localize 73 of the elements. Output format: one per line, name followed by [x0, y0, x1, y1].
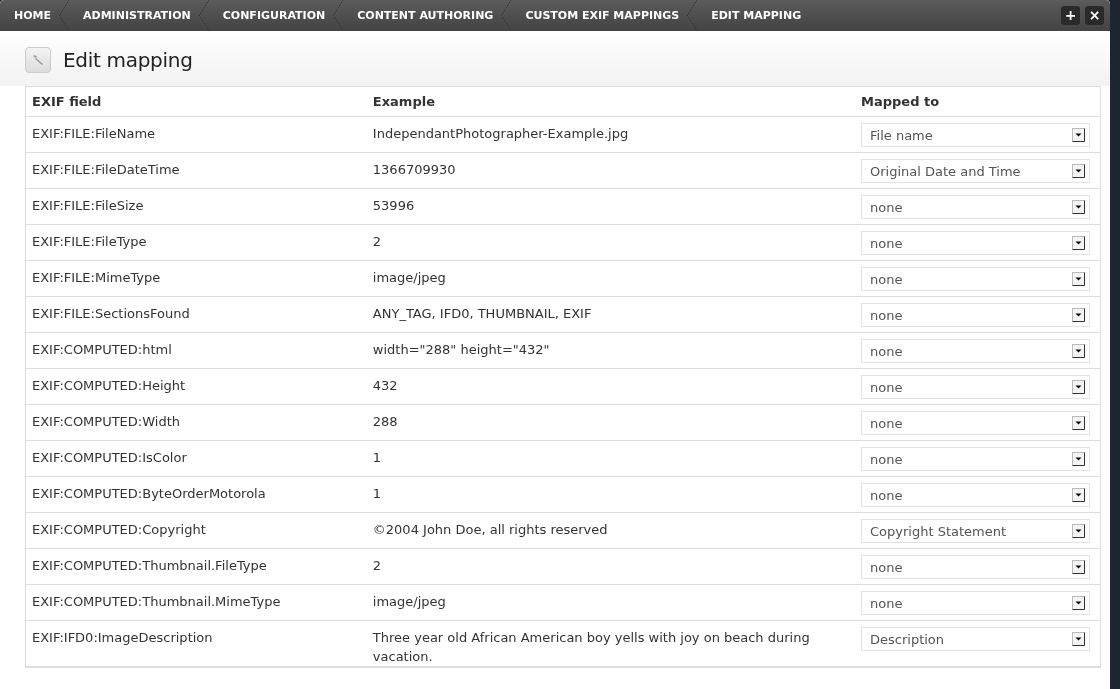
caret-icon: [1072, 200, 1085, 214]
example-cell: ©2004 John Doe, all rights reserved: [366, 512, 851, 549]
exif-field-cell: EXIF:COMPUTED:Width: [26, 404, 367, 441]
exif-field-cell: EXIF:COMPUTED:Copyright: [26, 512, 367, 549]
example-cell: 1: [366, 440, 851, 477]
breadcrumb-link[interactable]: EDIT MAPPING: [697, 0, 820, 31]
select-field[interactable]: none: [861, 339, 1090, 363]
caret-icon: [1072, 236, 1085, 250]
caret-icon: [1072, 344, 1085, 358]
caret-icon: [1072, 596, 1085, 610]
page-title: Edit mapping: [63, 48, 193, 72]
breadcrumb-link[interactable]: HOME: [0, 0, 70, 31]
select-field[interactable]: none: [861, 195, 1090, 219]
example-cell: 1366709930: [366, 152, 851, 189]
exif-field-cell: EXIF:FILE:FileDateTime: [26, 152, 367, 189]
caret-icon: [1072, 272, 1085, 286]
exif-field-cell: EXIF:COMPUTED:ByteOrderMotorola: [26, 476, 367, 513]
select-field[interactable]: Copyright Statement: [861, 519, 1090, 543]
column-header: Mapped to: [851, 87, 1100, 117]
exif-field-cell: EXIF:COMPUTED:IsColor: [26, 440, 367, 477]
column-header: Example: [366, 87, 851, 117]
exif-field-cell: EXIF:FILE:FileType: [26, 224, 367, 261]
example-cell: Three year old African American boy yells with joy on beach during vacation.: [366, 620, 851, 667]
caret-icon: [1072, 632, 1085, 646]
column-header: EXIF field: [26, 87, 367, 117]
select-field[interactable]: none: [861, 555, 1090, 579]
close-button[interactable]: ×: [1085, 6, 1104, 25]
example-cell: image/jpeg: [366, 584, 851, 621]
example-cell: 288: [366, 404, 851, 441]
select-field[interactable]: none: [861, 447, 1090, 471]
caret-icon: [1072, 164, 1085, 178]
example-cell: 432: [366, 368, 851, 405]
select-field[interactable]: Description: [861, 627, 1090, 651]
select-field[interactable]: none: [861, 483, 1090, 507]
exif-field-cell: EXIF:COMPUTED:html: [26, 332, 367, 369]
example-cell: IndependantPhotographer-Example.jpg: [366, 116, 851, 153]
wrench-icon: [25, 47, 51, 73]
breadcrumb-link[interactable]: ADMINISTRATION: [69, 0, 209, 31]
add-shortcut-button[interactable]: +: [1061, 6, 1080, 25]
caret-icon: [1072, 452, 1085, 466]
select-field[interactable]: none: [861, 231, 1090, 255]
caret-icon: [1072, 308, 1085, 322]
caret-icon: [1072, 524, 1085, 538]
example-cell: 2: [366, 224, 851, 261]
example-cell: 53996: [366, 188, 851, 225]
select-field[interactable]: none: [861, 303, 1090, 327]
select-field[interactable]: none: [861, 411, 1090, 435]
exif-field-cell: EXIF:FILE:FileSize: [26, 188, 367, 225]
select-field[interactable]: Original Date and Time: [861, 159, 1090, 183]
select-field[interactable]: File name: [861, 123, 1090, 147]
exif-field-cell: EXIF:COMPUTED:Thumbnail.MimeType: [26, 584, 367, 621]
caret-icon: [1072, 560, 1085, 574]
breadcrumb-link[interactable]: CONFIGURATION: [208, 0, 344, 31]
select-field[interactable]: none: [861, 375, 1090, 399]
exif-field-cell: EXIF:FILE:SectionsFound: [26, 296, 367, 333]
example-cell: 1: [366, 476, 851, 513]
select-field[interactable]: none: [861, 267, 1090, 291]
exif-field-cell: EXIF:IFD0:ImageDescription: [26, 620, 367, 667]
example-cell: width="288" height="432": [366, 332, 851, 369]
breadcrumb-link[interactable]: CUSTOM EXIF MAPPINGS: [511, 0, 698, 31]
exif-field-cell: EXIF:COMPUTED:Thumbnail.FileType: [26, 548, 367, 585]
example-cell: 2: [366, 548, 851, 585]
caret-icon: [1072, 488, 1085, 502]
example-cell: image/jpeg: [366, 260, 851, 297]
example-cell: ANY_TAG, IFD0, THUMBNAIL, EXIF: [366, 296, 851, 333]
exif-field-cell: EXIF:FILE:FileName: [26, 116, 367, 153]
caret-icon: [1072, 416, 1085, 430]
exif-field-cell: EXIF:FILE:MimeType: [26, 260, 367, 297]
breadcrumb-link[interactable]: CONTENT AUTHORING: [343, 0, 512, 31]
caret-icon: [1072, 380, 1085, 394]
exif-field-cell: EXIF:COMPUTED:Height: [26, 368, 367, 405]
select-field[interactable]: none: [861, 591, 1090, 615]
caret-icon: [1072, 128, 1085, 142]
